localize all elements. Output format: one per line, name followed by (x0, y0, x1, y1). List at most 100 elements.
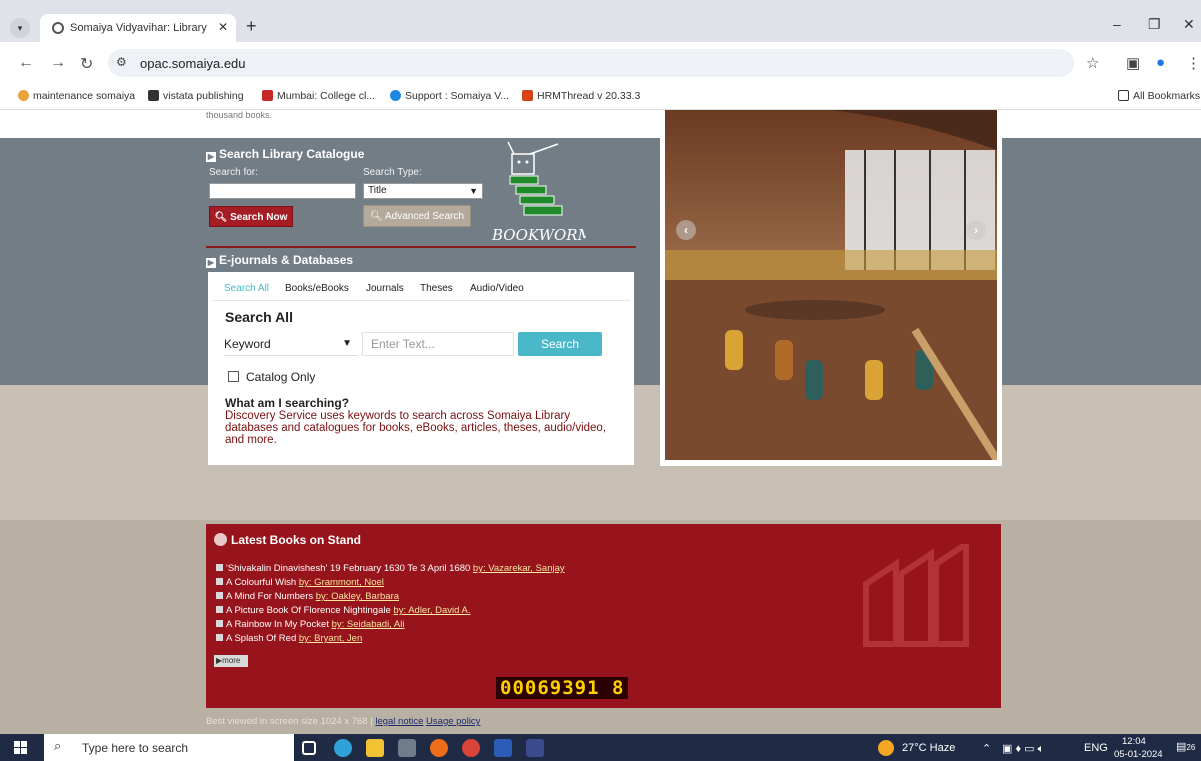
book-item[interactable]: A Mind For Numbers by: Oakley, Barbara (216, 591, 399, 602)
maintenance-icon (18, 90, 29, 101)
edge-icon[interactable] (334, 739, 352, 757)
clock-time[interactable]: 12:04 (1122, 736, 1146, 747)
app-icon[interactable] (526, 739, 544, 757)
ejournals-search-input[interactable]: Enter Text... (362, 332, 514, 356)
slider-prev-icon[interactable]: ‹ (676, 220, 696, 240)
tab-audio-video[interactable]: Audio/Video (470, 283, 524, 294)
book-author-link[interactable]: by: Bryant, Jen (299, 633, 362, 644)
book-title: A Mind For Numbers (226, 591, 314, 602)
arrow-icon: ▶ (206, 152, 216, 162)
what-searching-title: What am I searching? (225, 396, 350, 410)
keyword-select-value: Keyword (224, 337, 271, 351)
tray-chevron-icon[interactable]: ⌃ (982, 742, 991, 755)
file-explorer-icon[interactable] (366, 739, 384, 757)
tab-title: Somaiya Vidyavihar: Library Onl (70, 22, 210, 34)
word-icon[interactable] (494, 739, 512, 757)
search-type-select[interactable]: Title ▼ (363, 183, 483, 199)
latest-books-panel: Latest Books on Stand 'Shivakalin Dinavi… (206, 524, 1001, 708)
search-type-value: Title (368, 185, 387, 196)
browser-tab-active[interactable]: Somaiya Vidyavihar: Library Onl ✕ (40, 14, 236, 42)
bookmark-mumbai[interactable]: Mumbai: College cl... (262, 90, 375, 102)
side-panel-icon[interactable]: ▣ (1126, 54, 1140, 72)
bookmark-label: vistata publishing (163, 90, 244, 102)
tab-books-ebooks[interactable]: Books/eBooks (285, 283, 349, 294)
keyword-select[interactable]: Keyword ▼ (224, 332, 358, 356)
arrow-icon: ▶ (206, 258, 216, 268)
chrome-icon[interactable] (462, 739, 480, 757)
advanced-search-label: Advanced Search (384, 211, 464, 222)
more-button[interactable]: ▶more (214, 655, 248, 667)
slider-next-icon[interactable]: › (966, 220, 986, 240)
input-language[interactable]: ENG (1084, 742, 1108, 754)
new-tab-button[interactable]: + (246, 16, 257, 37)
usage-policy-link[interactable]: Usage policy (426, 716, 480, 727)
bookworm-logo: BOOKWORM (486, 140, 594, 245)
ejournals-panel: Search All Books/eBooks Journals Theses … (208, 272, 634, 465)
bookmark-hrmthread[interactable]: HRMThread v 20.33.3 (522, 90, 640, 102)
browser-toolbar: ← → ↻ ⚙ opac.somaiya.edu ☆ ▣ ● ⋮ (0, 42, 1201, 84)
notification-icon[interactable]: ▤26 (1176, 740, 1195, 753)
tab-journals[interactable]: Journals (366, 283, 404, 294)
library-photo (665, 110, 997, 460)
book-item[interactable]: 'Shivakalin Dinavishesh' 19 February 163… (216, 563, 565, 574)
footer-text: Best viewed in screen size 1024 x 768 | (206, 716, 373, 727)
bookmark-vistata[interactable]: vistata publishing (148, 90, 244, 102)
catalogue-search-input[interactable] (209, 183, 356, 199)
bookmark-support[interactable]: Support : Somaiya V... (390, 90, 509, 102)
ejournals-search-button[interactable]: Search (518, 332, 602, 356)
forward-icon[interactable]: → (50, 54, 66, 72)
back-icon[interactable]: ← (18, 54, 34, 72)
book-title: A Picture Book Of Florence Nightingale (226, 605, 391, 616)
clock-date[interactable]: 05-01-2024 (1114, 749, 1163, 760)
search-now-button[interactable]: 🔍︎ Search Now (209, 206, 293, 227)
catalog-only-checkbox[interactable] (228, 371, 239, 382)
reload-icon[interactable]: ↻ (80, 54, 93, 74)
firefox-icon[interactable] (430, 739, 448, 757)
book-author-link[interactable]: by: Grammont, Noel (299, 577, 384, 588)
tab-search-all[interactable]: Search All (224, 283, 269, 294)
legal-notice-link[interactable]: legal notice (375, 716, 423, 727)
book-author-link[interactable]: by: Oakley, Barbara (316, 591, 399, 602)
tray-icons[interactable]: ▣ ♦ ▭ 🔈︎ (1002, 742, 1044, 756)
catalog-only-label: Catalog Only (246, 370, 316, 384)
bullet-icon (216, 564, 223, 571)
book-item[interactable]: A Rainbow In My Pocket by: Seidabadi, Al… (216, 619, 405, 630)
book-item[interactable]: A Splash Of Red by: Bryant, Jen (216, 633, 362, 644)
windows-taskbar: ⌕ Type here to search 27°C Haze ⌃ ▣ ♦ ▭ … (0, 734, 1201, 761)
book-author-link[interactable]: by: Seidabadi, Ali (332, 619, 405, 630)
tab-search-button[interactable]: ▾ (10, 18, 30, 38)
search-icon: 🔍︎ (370, 211, 383, 222)
catalogue-heading: ▶ Search Library Catalogue (206, 147, 364, 162)
support-icon (390, 90, 401, 101)
book-item[interactable]: A Colourful Wish by: Grammont, Noel (216, 577, 384, 588)
app-icon[interactable] (398, 739, 416, 757)
menu-icon[interactable]: ⋮ (1186, 54, 1201, 72)
tab-theses[interactable]: Theses (420, 283, 453, 294)
chevron-down-icon: ▼ (342, 338, 352, 349)
book-author-link[interactable]: by: Adler, David A. (393, 605, 470, 616)
book-author-link[interactable]: by: Vazarekar, Sanjay (473, 563, 565, 574)
weather-icon[interactable] (878, 740, 894, 756)
all-bookmarks[interactable]: All Bookmarks (1118, 90, 1200, 102)
window-close-icon[interactable]: ✕ (1183, 16, 1195, 33)
bookmarks-bar: maintenance somaiya vistata publishing M… (0, 84, 1201, 110)
book-item[interactable]: A Picture Book Of Florence Nightingale b… (216, 605, 471, 616)
taskbar-search-box[interactable]: ⌕ Type here to search (44, 734, 294, 761)
address-bar[interactable]: ⚙ opac.somaiya.edu (108, 49, 1074, 77)
restore-icon[interactable]: ❐ (1148, 16, 1161, 33)
bookmark-star-icon[interactable]: ☆ (1086, 54, 1099, 72)
tab-close-icon[interactable]: ✕ (218, 20, 228, 34)
weather-text[interactable]: 27°C Haze (902, 742, 955, 754)
minimize-icon[interactable]: – (1113, 16, 1121, 32)
site-info-icon[interactable]: ⚙ (116, 55, 127, 69)
taskbar-search-placeholder: Type here to search (82, 741, 189, 755)
what-searching-desc: Discovery Service uses keywords to searc… (225, 410, 607, 446)
profile-icon[interactable]: ● (1156, 54, 1165, 71)
advanced-search-button[interactable]: 🔍︎ Advanced Search (363, 205, 471, 227)
chevron-down-icon: ▼ (469, 186, 478, 196)
windows-start-icon[interactable] (14, 741, 27, 754)
footer: Best viewed in screen size 1024 x 768 | … (206, 716, 480, 727)
catalogue-heading-text: Search Library Catalogue (219, 147, 365, 161)
bookmark-maintenance[interactable]: maintenance somaiya (18, 90, 135, 102)
task-view-icon[interactable] (302, 741, 316, 755)
